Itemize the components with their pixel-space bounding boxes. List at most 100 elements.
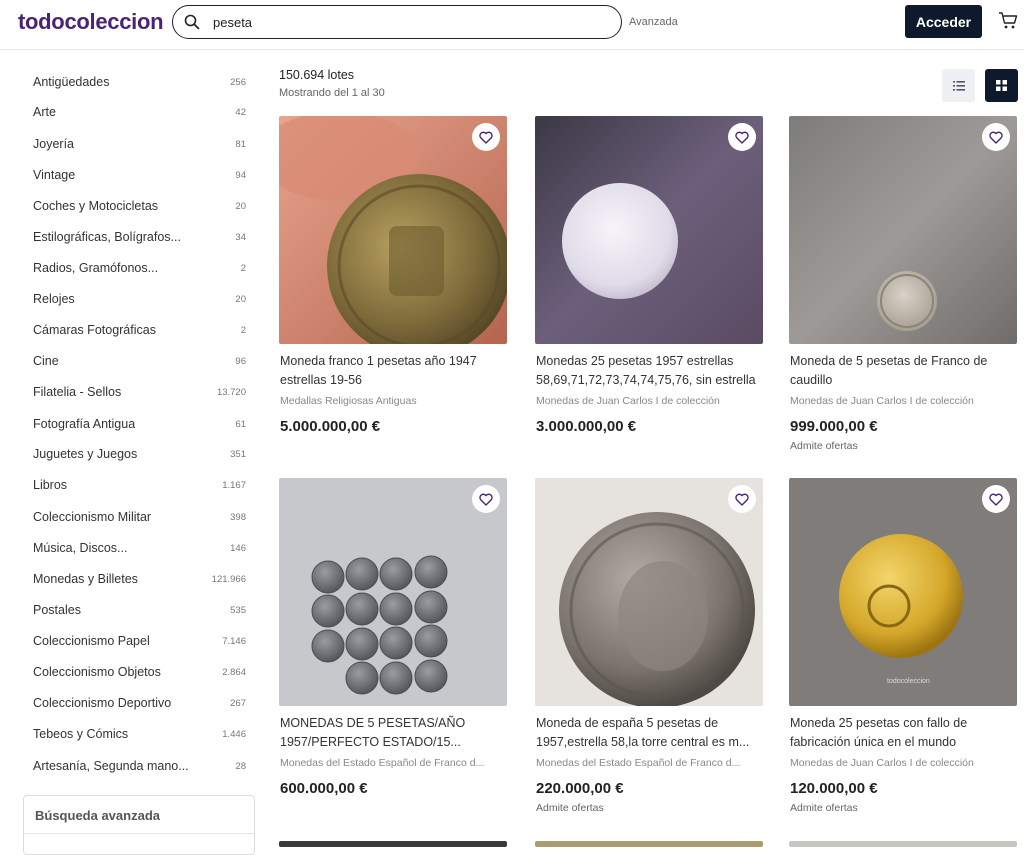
search-bar[interactable] [172, 5, 622, 39]
sidebar-item-monedas[interactable]: Monedas y Billetes 121.966 [33, 568, 246, 590]
category-count: 2 [240, 262, 246, 274]
sidebar-item-libros[interactable]: Libros 1.167 [33, 474, 246, 496]
category-count: 351 [230, 448, 246, 460]
sidebar-item-joyeria[interactable]: Joyería 81 [33, 133, 246, 155]
category-label: Antigüedades [33, 75, 110, 89]
sidebar-item-coches[interactable]: Coches y Motocicletas 20 [33, 195, 246, 217]
category-label: Juguetes y Juegos [33, 447, 138, 461]
category-count: 7.146 [222, 635, 246, 647]
sidebar-item-filatelia[interactable]: Filatelia - Sellos 13.720 [33, 381, 246, 403]
favorite-button[interactable] [472, 485, 500, 513]
category-label: Fotografía Antigua [33, 417, 136, 431]
category-count: 121.966 [211, 573, 246, 585]
product-card[interactable]: Moneda de 5 pesetas de Franco de caudill… [789, 116, 1017, 461]
product-category[interactable]: Monedas del Estado Español de Franco d..… [280, 757, 508, 769]
product-card[interactable]: todocoleccion Moneda 25 pesetas con fall… [789, 478, 1017, 823]
category-label: Coleccionismo Papel [33, 634, 150, 648]
product-category[interactable]: Monedas del Estado Español de Franco d..… [536, 757, 764, 769]
site-logo[interactable]: todocoleccion [18, 9, 164, 35]
category-label: Libros [33, 478, 68, 492]
category-count: 13.720 [216, 386, 246, 398]
sidebar-item-fotografia[interactable]: Fotografía Antigua 61 [33, 413, 246, 435]
product-category[interactable]: Medallas Religiosas Antiguas [280, 395, 508, 407]
product-image[interactable]: todocoleccion [789, 478, 1017, 706]
sidebar-item-deportivo[interactable]: Coleccionismo Deportivo 267 [33, 692, 246, 714]
sidebar-item-tebeos[interactable]: Tebeos y Cómics 1.446 [33, 723, 246, 745]
category-label: Arte [33, 105, 56, 119]
product-offer: Admite ofertas [790, 440, 858, 452]
product-title[interactable]: Monedas 25 pesetas 1957 estrellas 58,69,… [536, 352, 764, 390]
advanced-search-link[interactable]: Avanzada [629, 16, 678, 28]
product-image[interactable] [279, 478, 507, 706]
sidebar-item-papel[interactable]: Coleccionismo Papel 7.146 [33, 630, 246, 652]
sidebar-item-estilograficas[interactable]: Estilográficas, Bolígrafos... 34 [33, 226, 246, 248]
sidebar-item-objetos[interactable]: Coleccionismo Objetos 2.864 [33, 661, 246, 683]
results-count: 150.694 lotes [279, 68, 355, 82]
sidebar-item-juguetes[interactable]: Juguetes y Juegos 351 [33, 443, 246, 465]
category-count: 20 [235, 200, 246, 212]
product-image[interactable] [789, 116, 1017, 344]
advanced-search-title: Búsqueda avanzada [35, 808, 160, 823]
favorite-button[interactable] [472, 123, 500, 151]
sidebar-item-artesania[interactable]: Artesanía, Segunda mano... 28 [33, 755, 246, 777]
product-price: 999.000,00 € [790, 418, 878, 435]
product-card[interactable]: MONEDAS DE 5 PESETAS/AÑO 1957/PERFECTO E… [279, 478, 507, 823]
product-title[interactable]: Moneda de españa 5 pesetas de 1957,estre… [536, 714, 764, 752]
sidebar-item-camaras[interactable]: Cámaras Fotográficas 2 [33, 319, 246, 341]
category-count: 96 [235, 355, 246, 367]
product-image[interactable] [279, 116, 507, 344]
category-label: Música, Discos... [33, 541, 128, 555]
header: todocoleccion Avanzada Acceder [0, 0, 1024, 50]
product-category[interactable]: Monedas de Juan Carlos I de colección [536, 395, 764, 407]
sidebar-item-radios[interactable]: Radios, Gramófonos... 2 [33, 257, 246, 279]
product-category[interactable]: Monedas de Juan Carlos I de colección [790, 757, 1018, 769]
sidebar-item-antiguedades[interactable]: Antigüedades 256 [33, 71, 246, 93]
grid-view-button[interactable] [985, 69, 1018, 102]
sidebar-item-relojes[interactable]: Relojes 20 [33, 288, 246, 310]
product-category[interactable]: Monedas de Juan Carlos I de colección [790, 395, 1018, 407]
sidebar-item-arte[interactable]: Arte 42 [33, 101, 246, 123]
product-card[interactable]: Moneda de españa 5 pesetas de 1957,estre… [535, 478, 763, 823]
heart-icon [735, 493, 749, 506]
product-card-partial[interactable] [789, 841, 1017, 847]
product-card[interactable]: Monedas 25 pesetas 1957 estrellas 58,69,… [535, 116, 763, 461]
sidebar-item-militar[interactable]: Coleccionismo Militar 398 [33, 506, 246, 528]
category-count: 81 [235, 138, 246, 150]
product-image[interactable] [535, 478, 763, 706]
favorite-button[interactable] [728, 123, 756, 151]
product-title[interactable]: Moneda franco 1 pesetas año 1947 estrell… [280, 352, 508, 390]
category-label: Artesanía, Segunda mano... [33, 759, 189, 773]
sidebar-item-cine[interactable]: Cine 96 [33, 350, 246, 372]
product-image[interactable] [535, 116, 763, 344]
list-view-button[interactable] [942, 69, 975, 102]
product-title[interactable]: MONEDAS DE 5 PESETAS/AÑO 1957/PERFECTO E… [280, 714, 508, 752]
product-card-partial[interactable] [535, 841, 763, 847]
category-count: 535 [230, 604, 246, 616]
category-count: 1.167 [222, 479, 246, 491]
category-label: Coleccionismo Militar [33, 510, 152, 524]
favorite-button[interactable] [728, 485, 756, 513]
product-price: 3.000.000,00 € [536, 418, 637, 435]
sidebar-item-musica[interactable]: Música, Discos... 146 [33, 537, 246, 559]
heart-icon [989, 131, 1003, 144]
product-card-partial[interactable] [279, 841, 507, 847]
login-button[interactable]: Acceder [905, 5, 982, 38]
category-count: 94 [235, 169, 246, 181]
product-title[interactable]: Moneda 25 pesetas con fallo de fabricaci… [790, 714, 1018, 752]
category-label: Radios, Gramófonos... [33, 261, 159, 275]
sidebar-item-postales[interactable]: Postales 535 [33, 599, 246, 621]
list-icon [952, 80, 965, 91]
category-count: 2 [240, 324, 246, 336]
product-title[interactable]: Moneda de 5 pesetas de Franco de caudill… [790, 352, 1018, 390]
category-label: Joyería [33, 137, 74, 151]
category-count: 1.446 [222, 728, 246, 740]
favorite-button[interactable] [982, 485, 1010, 513]
search-input[interactable] [213, 12, 603, 32]
product-card[interactable]: Moneda franco 1 pesetas año 1947 estrell… [279, 116, 507, 461]
favorite-button[interactable] [982, 123, 1010, 151]
cart-icon[interactable] [998, 11, 1018, 31]
advanced-search-panel[interactable]: Búsqueda avanzada [23, 795, 255, 855]
product-price: 5.000.000,00 € [280, 418, 381, 435]
heart-icon [735, 131, 749, 144]
sidebar-item-vintage[interactable]: Vintage 94 [33, 164, 246, 186]
